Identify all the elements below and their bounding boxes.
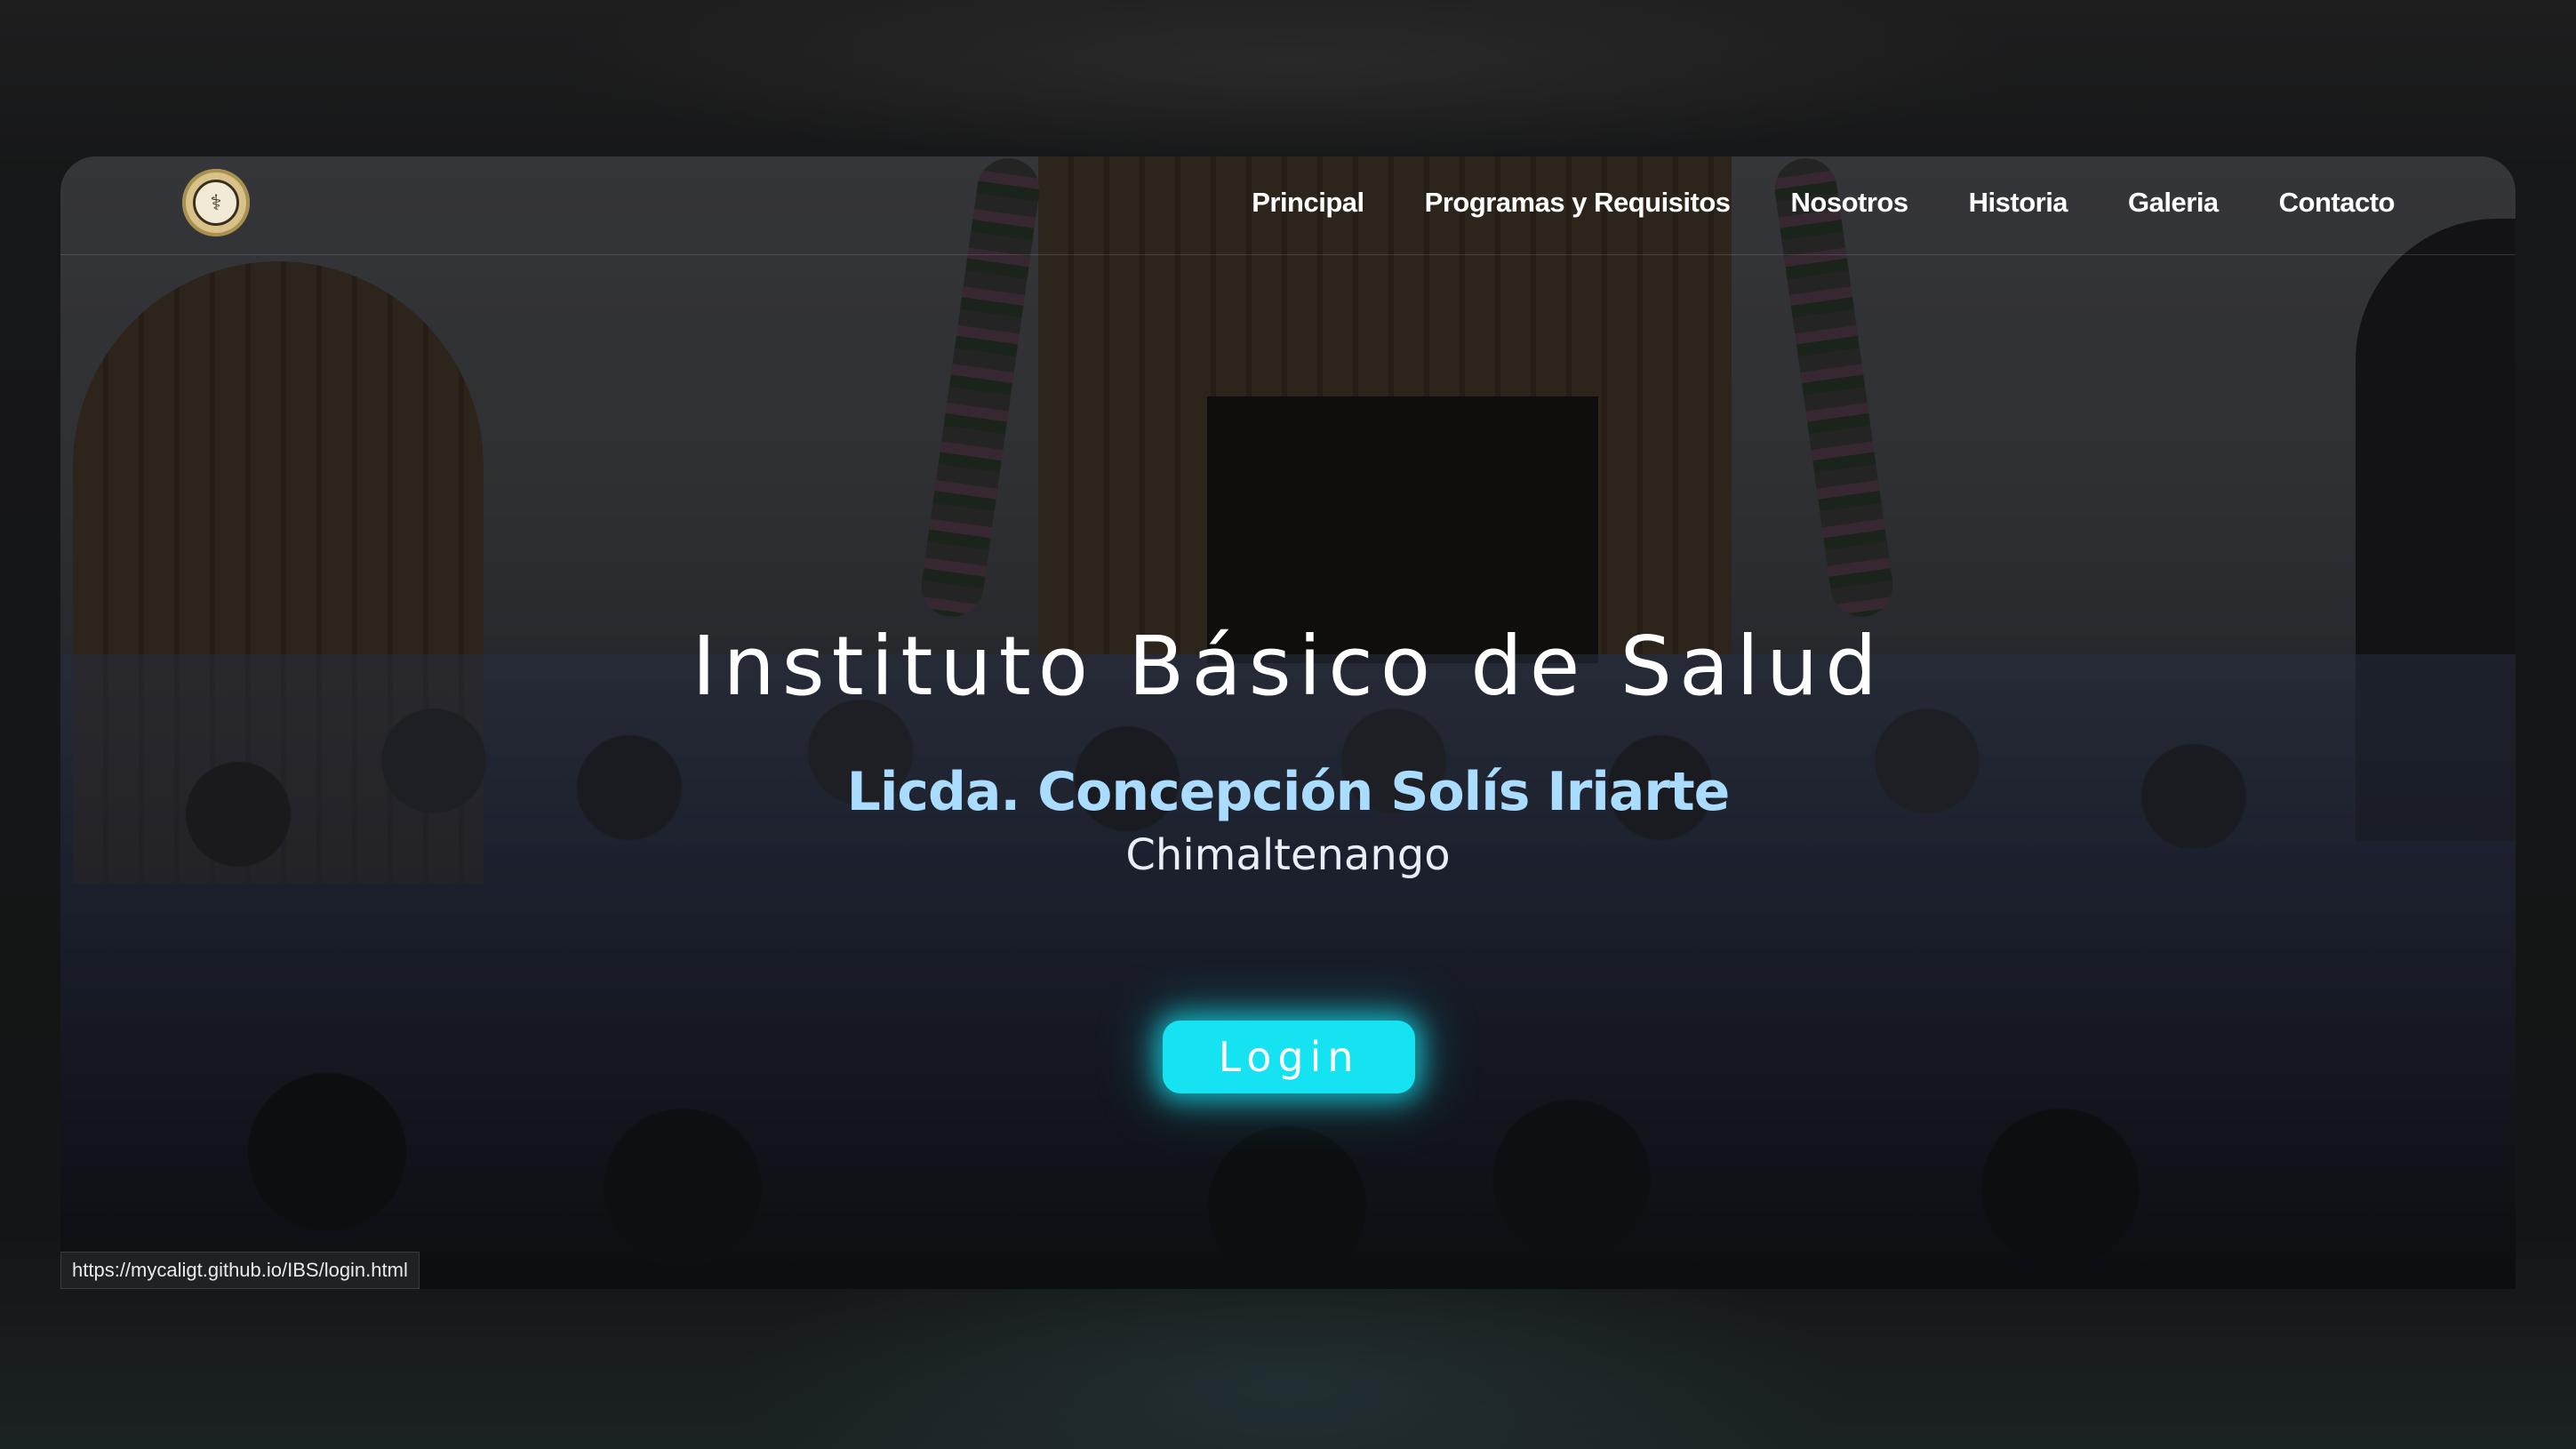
login-button[interactable]: Login (1163, 1021, 1415, 1093)
browser-viewport: ⚕ Principal Programas y Requisitos Nosot… (60, 156, 2516, 1289)
link-status-url: https://mycaligt.github.io/IBS/login.htm… (60, 1252, 420, 1289)
hero-subtitle: Licda. Concepción Solís Iriarte (846, 761, 1731, 823)
hero-section: Instituto Básico de Salud Licda. Concepc… (60, 156, 2516, 1289)
hero-title: Instituto Básico de Salud (692, 619, 1884, 714)
hero-city: Chimaltenango (1125, 830, 1451, 880)
